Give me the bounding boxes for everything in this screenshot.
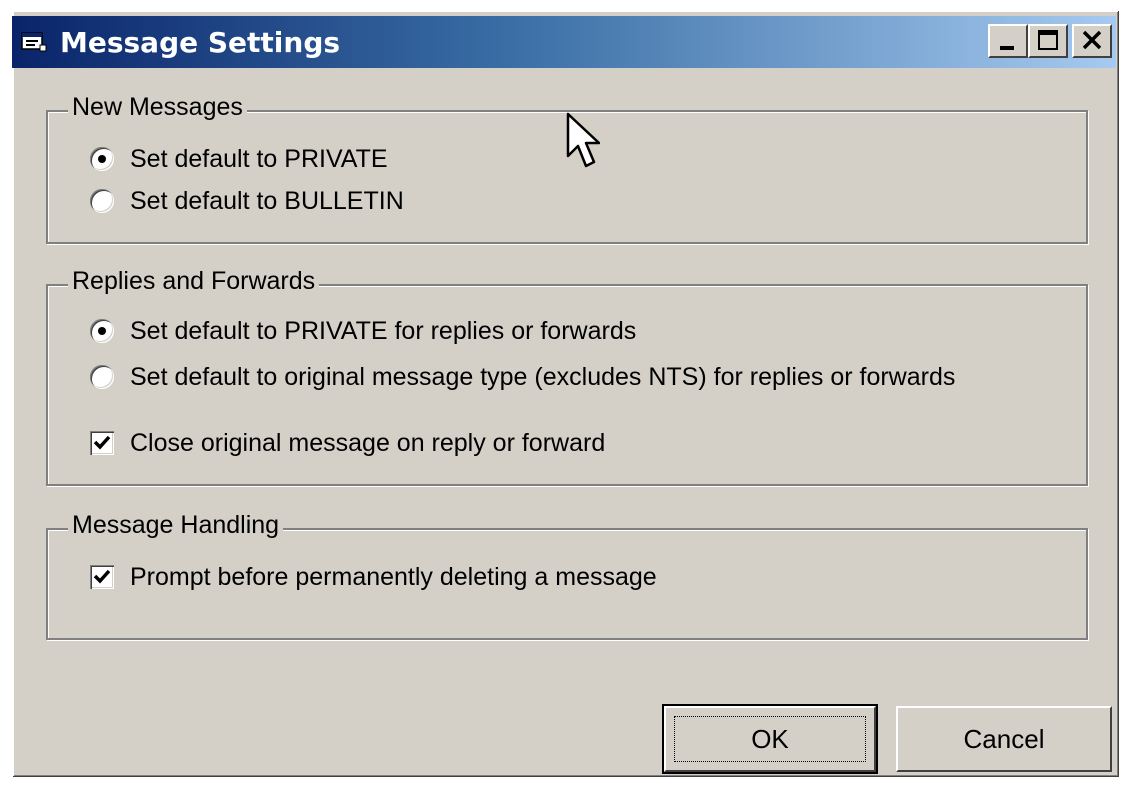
radio-button[interactable] [90, 365, 114, 389]
replies-forwards-group: Replies and Forwards Set default to PRIV… [46, 266, 1088, 486]
close-button[interactable] [1072, 24, 1112, 58]
message-window-icon [20, 30, 48, 54]
minimize-icon [1000, 46, 1014, 50]
radio-default-private[interactable]: Set default to PRIVATE [90, 144, 388, 174]
window-title: Message Settings [60, 26, 341, 59]
ok-button[interactable]: OK [662, 704, 878, 774]
checkbox-label: Prompt before permanently deleting a mes… [130, 563, 657, 591]
maximize-icon [1038, 30, 1058, 50]
title-bar[interactable]: Message Settings [12, 16, 1116, 68]
close-icon [1082, 30, 1102, 50]
radio-button-selected[interactable] [90, 319, 114, 343]
replies-forwards-legend: Replies and Forwards [68, 266, 320, 296]
radio-reply-private[interactable]: Set default to PRIVATE for replies or fo… [90, 316, 636, 346]
cancel-button[interactable]: Cancel [896, 706, 1112, 772]
checkmark-icon [93, 569, 111, 584]
minimize-button[interactable] [988, 24, 1028, 58]
radio-label: Set default to original message type (ex… [130, 363, 956, 391]
checkbox-checked[interactable] [90, 565, 114, 589]
mouse-pointer-icon [566, 112, 600, 168]
radio-button[interactable] [90, 189, 114, 213]
checkmark-icon [93, 435, 111, 450]
message-handling-group: Message Handling Prompt before permanent… [46, 510, 1088, 640]
radio-reply-original-type[interactable]: Set default to original message type (ex… [90, 362, 955, 392]
radio-label: Set default to PRIVATE for replies or fo… [130, 317, 637, 345]
cancel-button-label: Cancel [963, 723, 1045, 754]
maximize-button[interactable] [1028, 24, 1068, 58]
prompt-before-delete-checkbox[interactable]: Prompt before permanently deleting a mes… [90, 562, 657, 592]
new-messages-legend: New Messages [68, 92, 247, 122]
message-handling-legend: Message Handling [68, 510, 284, 540]
radio-label: Set default to BULLETIN [130, 187, 404, 215]
radio-default-bulletin[interactable]: Set default to BULLETIN [90, 186, 404, 216]
checkbox-checked[interactable] [90, 431, 114, 455]
radio-label: Set default to PRIVATE [130, 145, 388, 173]
ok-button-label: OK [751, 723, 789, 754]
radio-button-selected[interactable] [90, 147, 114, 171]
close-original-checkbox[interactable]: Close original message on reply or forwa… [90, 428, 605, 458]
checkbox-label: Close original message on reply or forwa… [130, 429, 606, 457]
